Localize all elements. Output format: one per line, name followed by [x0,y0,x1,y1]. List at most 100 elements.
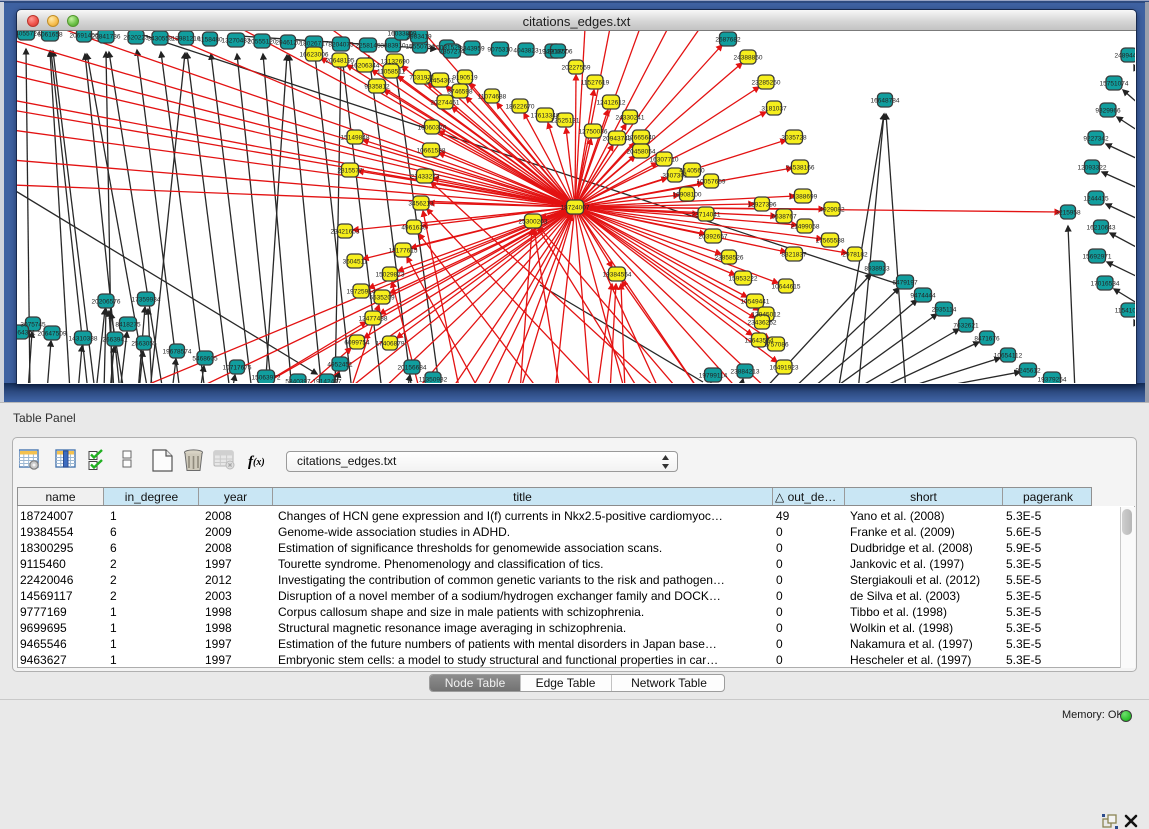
svg-text:19142407: 19142407 [313,379,342,384]
svg-text:10644615: 10644615 [772,284,801,291]
svg-text:15692971: 15692971 [1083,254,1112,261]
svg-text:9227342: 9227342 [1083,136,1109,143]
svg-text:10654112: 10654112 [994,353,1023,360]
svg-text:23858526: 23858526 [715,255,744,262]
svg-text:6479197: 6479197 [892,280,918,287]
svg-text:23436262: 23436262 [748,320,777,327]
svg-text:12218506: 12218506 [544,49,573,56]
svg-text:9474444: 9474444 [910,293,936,300]
svg-text:14310388: 14310388 [69,336,98,343]
svg-text:23884213: 23884213 [731,369,760,376]
svg-text:13945012: 13945012 [752,312,781,319]
svg-text:2620223: 2620223 [123,35,149,42]
svg-text:19379254: 19379254 [1038,377,1067,384]
svg-text:16210643: 16210643 [1087,225,1116,232]
svg-text:4043823: 4043823 [513,48,539,55]
svg-text:2946120: 2946120 [275,40,301,47]
svg-text:11058511: 11058511 [377,69,405,76]
svg-text:1244415: 1244415 [1083,196,1109,203]
svg-text:12927396: 12927396 [748,202,777,209]
svg-text:24454361: 24454361 [426,78,455,85]
svg-text:16491923: 16491923 [770,365,799,372]
svg-text:11541029: 11541029 [1115,308,1135,315]
svg-text:8418275: 8418275 [115,322,141,329]
svg-text:20274461: 20274461 [431,100,460,107]
svg-text:3746598: 3746598 [447,89,473,96]
svg-text:12412612: 12412612 [597,100,626,107]
svg-text:2663941: 2663941 [102,337,128,344]
svg-text:15029873: 15029873 [376,272,405,279]
svg-text:4158480: 4158480 [197,37,223,44]
svg-text:3035728: 3035728 [781,135,807,142]
svg-text:8321837: 8321837 [781,252,807,259]
svg-text:24538166: 24538166 [786,165,815,172]
svg-text:8938923: 8938923 [864,266,890,273]
svg-text:4140560: 4140560 [679,168,705,175]
svg-text:10661588: 10661588 [417,148,446,155]
svg-text:20392657: 20392657 [699,234,728,241]
svg-text:16307710: 16307710 [650,157,679,164]
svg-text:17665640: 17665640 [627,135,656,142]
svg-text:9329966: 9329966 [1095,108,1121,115]
svg-text:20156684: 20156684 [398,365,427,372]
svg-text:20458054: 20458054 [627,149,656,156]
svg-text:15751074: 15751074 [1100,81,1129,88]
svg-text:18177615: 18177615 [389,248,418,255]
svg-text:18026717: 18026717 [300,41,329,48]
svg-text:12750036: 12750036 [579,129,608,136]
svg-text:5840397: 5840397 [285,379,311,384]
svg-text:18724007: 18724007 [561,205,590,212]
svg-text:22841736: 22841736 [92,34,121,41]
svg-text:10717675: 10717675 [223,365,252,372]
svg-text:19678574: 19678574 [163,349,192,356]
svg-text:10057659: 10057659 [697,179,726,186]
svg-text:2563055: 2563055 [131,341,157,348]
svg-text:15953222: 15953222 [729,276,758,283]
svg-text:17406879: 17406879 [376,341,405,348]
svg-text:20364361: 20364361 [17,330,36,337]
svg-text:16206344: 16206344 [351,63,380,70]
svg-text:2687682: 2687682 [715,37,741,44]
svg-text:11074688: 11074688 [478,94,507,101]
svg-text:5468605: 5468605 [192,356,218,363]
svg-text:13270483: 13270483 [222,38,251,45]
svg-text:20555120: 20555120 [248,39,277,46]
svg-text:16623006: 16623006 [300,52,329,59]
svg-text:21433273: 21433273 [411,174,440,181]
svg-text:4929082: 4929082 [819,207,845,214]
svg-text:17016534: 17016534 [1091,281,1120,288]
svg-text:9245612: 9245612 [1015,368,1041,375]
svg-text:9075310: 9075310 [487,47,513,54]
svg-text:6638767: 6638767 [771,214,797,221]
svg-text:6061658: 6061658 [37,32,63,39]
svg-text:8204075: 8204075 [328,42,354,49]
svg-text:3604511: 3604511 [343,259,368,266]
svg-text:16648784: 16648784 [871,98,900,105]
svg-text:23285250: 23285250 [752,80,781,87]
svg-text:13132690: 13132690 [381,59,410,66]
svg-text:25300203: 25300203 [519,219,548,226]
svg-text:7632621: 7632621 [953,323,979,330]
svg-text:6535209: 6535209 [369,295,395,302]
svg-text:3430558: 3430558 [147,36,173,43]
svg-text:2983419: 2983419 [406,34,432,41]
svg-text:17359934: 17359934 [132,297,161,304]
svg-text:2935114: 2935114 [932,307,957,314]
svg-text:2258145: 2258145 [355,43,381,50]
svg-text:2315577: 2315577 [337,168,363,175]
svg-text:24388850: 24388850 [734,55,763,62]
svg-text:6099754: 6099754 [344,340,370,347]
svg-text:10549441: 10549441 [741,299,770,306]
svg-text:15063972: 15063972 [252,375,281,382]
svg-text:(x): (x) [253,457,265,468]
svg-text:9190519: 9190519 [452,75,478,82]
svg-text:4952451: 4952451 [327,362,353,369]
svg-text:22714041: 22714041 [692,212,721,219]
svg-text:19799114: 19799114 [699,373,728,380]
svg-text:11527619: 11527619 [581,80,610,87]
svg-text:11388699: 11388699 [789,194,818,201]
svg-text:17565588: 17565588 [816,238,845,245]
svg-text:8471676: 8471676 [974,336,1000,343]
svg-text:3883910: 3883910 [380,43,406,50]
svg-text:3215958: 3215958 [1055,210,1081,217]
